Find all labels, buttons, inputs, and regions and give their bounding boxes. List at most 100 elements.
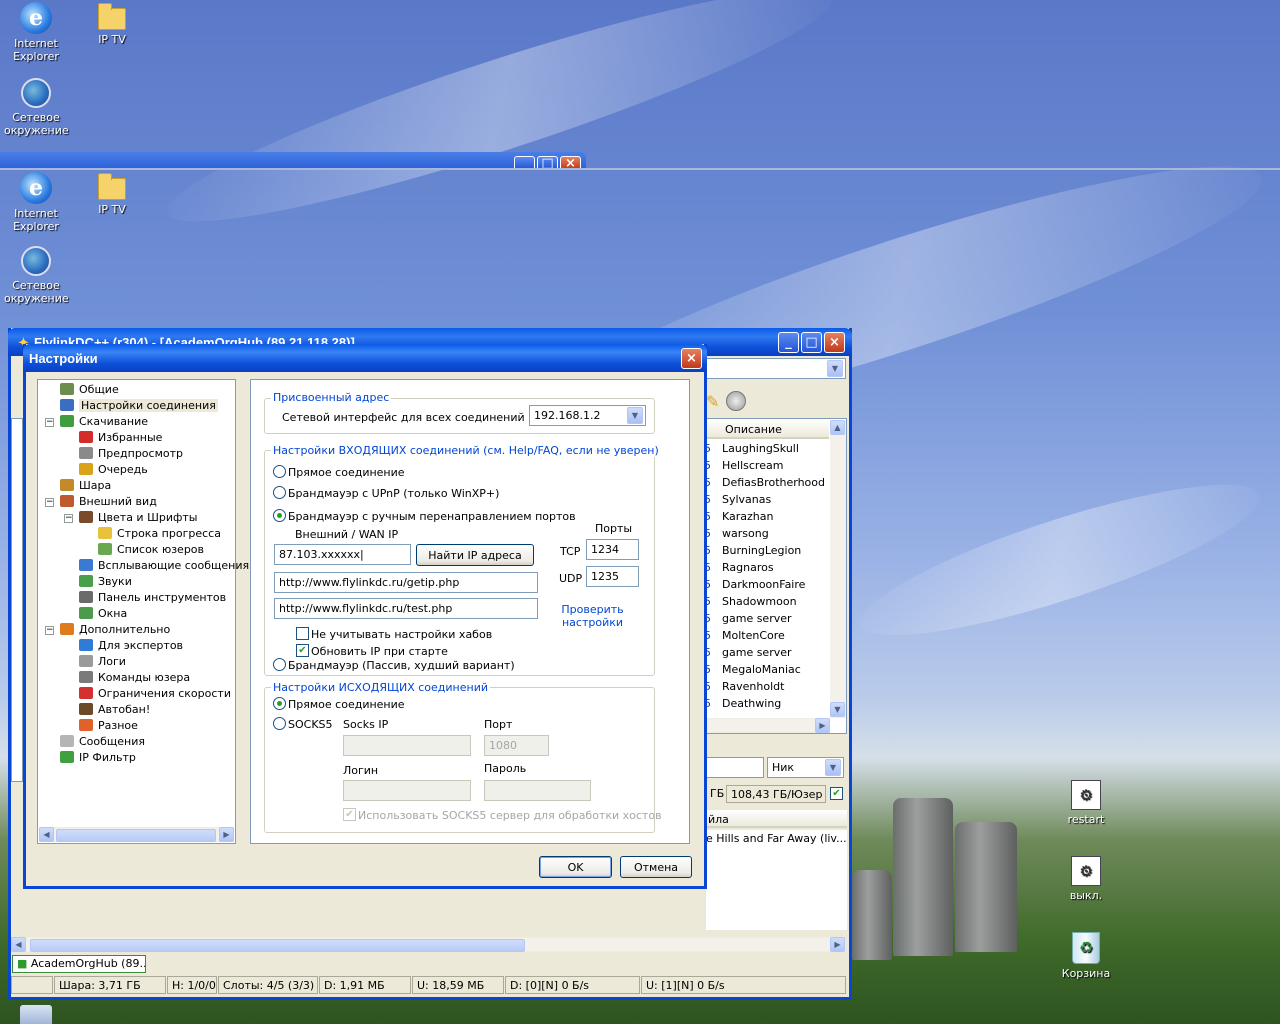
user-row[interactable]: BurningLegion [700, 542, 830, 559]
chevron-down-icon[interactable]: ▼ [827, 360, 843, 377]
tree-item[interactable]: Разное [79, 718, 138, 734]
taskbar-app-icon[interactable] [20, 1005, 52, 1024]
speaker-icon[interactable] [726, 391, 746, 411]
user-row[interactable]: LaughingSkull [700, 440, 830, 457]
use-socks-hosts-checkbox[interactable]: ✔ [343, 808, 356, 821]
tree-item[interactable]: Команды юзера [79, 670, 190, 686]
desktop-icon-recycle-bin[interactable]: ♻ Корзина [1054, 932, 1118, 980]
tree-item[interactable]: Настройки соединения [60, 398, 218, 414]
getip-url-input[interactable]: http://www.flylinkdc.ru/getip.php [274, 572, 538, 593]
column-header[interactable]: Описание [707, 419, 829, 439]
tree-item[interactable]: Список юзеров [98, 542, 204, 558]
tree-item[interactable]: Ограничения скорости [79, 686, 231, 702]
user-row[interactable]: Deathwing [700, 695, 830, 712]
toolbar-icon[interactable]: ✎ [706, 392, 719, 411]
tree-item[interactable]: Дополнительно [60, 622, 170, 638]
maximize-button[interactable]: □ [537, 156, 558, 168]
tree-item[interactable]: Очередь [79, 462, 148, 478]
scroll-left-icon[interactable]: ◀ [11, 937, 26, 952]
scroll-left-icon[interactable]: ◀ [39, 827, 54, 842]
close-button[interactable]: × [560, 156, 581, 168]
socks-port-input[interactable]: 1080 [484, 735, 549, 756]
desktop-icon-iptv[interactable]: IP TV [80, 172, 144, 216]
tree-expander[interactable]: − [64, 514, 73, 523]
search-result-row[interactable]: e Hills and Far Away (liv... [706, 832, 847, 845]
radio-socks5[interactable] [273, 717, 286, 730]
wan-ip-input[interactable]: 87.103.xxxxxx| [274, 544, 411, 565]
user-row[interactable]: Karazhan [700, 508, 830, 525]
tree-expander[interactable]: − [45, 498, 54, 507]
tree-expander[interactable]: − [45, 626, 54, 635]
chat-area[interactable] [11, 418, 23, 782]
update-ip-checkbox[interactable]: ✔ [296, 644, 309, 657]
user-row[interactable]: Shadowmoon [700, 593, 830, 610]
radio-manual-forward[interactable] [273, 509, 286, 522]
ok-button[interactable]: OK [539, 856, 612, 878]
user-row[interactable]: Hellscream [700, 457, 830, 474]
scroll-thumb[interactable] [30, 939, 525, 952]
login-input[interactable] [343, 780, 471, 801]
tree-item[interactable]: Логи [79, 654, 126, 670]
tree-item[interactable]: Общие [60, 382, 119, 398]
tree-item[interactable]: Сообщения [60, 734, 145, 750]
radio-upnp[interactable] [273, 486, 286, 499]
scroll-thumb[interactable] [56, 829, 216, 842]
radio-out-direct[interactable] [273, 697, 286, 710]
close-button[interactable]: × [824, 332, 845, 353]
chevron-down-icon[interactable]: ▼ [627, 407, 643, 424]
tree-item[interactable]: Внешний вид [60, 494, 157, 510]
user-row[interactable]: warsong [700, 525, 830, 542]
tree-item[interactable]: Звуки [79, 574, 132, 590]
tcp-port-input[interactable]: 1234 [586, 539, 639, 560]
tree-item[interactable]: IP Фильтр [60, 750, 136, 766]
user-row[interactable]: Ragnaros [700, 559, 830, 576]
tree-item[interactable]: Панель инструментов [79, 590, 226, 606]
maximize-button[interactable]: □ [801, 332, 822, 353]
desktop-icon-network[interactable]: Сетевое окружение [4, 78, 69, 137]
tree-item[interactable]: Скачивание [60, 414, 148, 430]
scroll-right-icon[interactable]: ▶ [815, 718, 830, 733]
scroll-right-icon[interactable]: ▶ [219, 827, 234, 842]
hub-tab[interactable]: ■ AcademOrgHub (89... [12, 955, 146, 973]
user-row[interactable]: game server [700, 610, 830, 627]
tree-item[interactable]: Автобан! [79, 702, 150, 718]
user-row[interactable]: game server [700, 644, 830, 661]
chevron-down-icon[interactable]: ▼ [825, 759, 841, 776]
horizontal-scrollbar[interactable]: ◀ ▶ [11, 937, 845, 952]
tree-expander[interactable]: − [45, 418, 54, 427]
desktop-icon-network[interactable]: Сетевое окружение [4, 246, 69, 305]
user-row[interactable]: MegaloManiac [700, 661, 830, 678]
cancel-button[interactable]: Отмена [620, 856, 692, 878]
udp-port-input[interactable]: 1235 [586, 566, 639, 587]
minimize-button[interactable]: _ [514, 156, 535, 168]
scroll-down-icon[interactable]: ▼ [830, 702, 845, 717]
user-row[interactable]: DarkmoonFaire [700, 576, 830, 593]
password-input[interactable] [484, 780, 591, 801]
radio-direct[interactable] [273, 465, 286, 478]
search-input[interactable] [706, 757, 764, 778]
tree-item[interactable]: Для экспертов [79, 638, 183, 654]
test-url-input[interactable]: http://www.flylinkdc.ru/test.php [274, 598, 538, 619]
scroll-up-icon[interactable]: ▲ [830, 420, 845, 435]
vertical-scrollbar[interactable]: ▲ ▼ [830, 420, 846, 718]
nick-select[interactable]: Ник ▼ [767, 757, 844, 778]
filter-checkbox[interactable]: ✔ [830, 787, 843, 800]
check-settings-link[interactable]: Проверить настройки [555, 603, 630, 629]
tree-item[interactable]: Предпросмотр [79, 446, 183, 462]
ignore-hub-settings-checkbox[interactable] [296, 627, 309, 640]
tree-item[interactable]: Окна [79, 606, 127, 622]
user-row[interactable]: DefiasBrotherhood [700, 474, 830, 491]
tree-item[interactable]: Шара [60, 478, 111, 494]
close-button[interactable]: × [681, 348, 702, 369]
minimize-button[interactable]: _ [778, 332, 799, 353]
desktop-icon-ie[interactable]: e Internet Explorer [4, 2, 68, 63]
user-row[interactable]: MoltenCore [700, 627, 830, 644]
address-combo[interactable]: ▼ [706, 358, 846, 379]
tree-item[interactable]: Избранные [79, 430, 162, 446]
desktop-icon-iptv[interactable]: IP TV [80, 2, 144, 46]
horizontal-scrollbar[interactable]: ◀ ▶ [39, 827, 234, 842]
tree-item[interactable]: Строка прогресса [98, 526, 221, 542]
user-row[interactable]: Ravenholdt [700, 678, 830, 695]
radio-passive[interactable] [273, 658, 286, 671]
tree-item[interactable]: Цвета и Шрифты [79, 510, 197, 526]
